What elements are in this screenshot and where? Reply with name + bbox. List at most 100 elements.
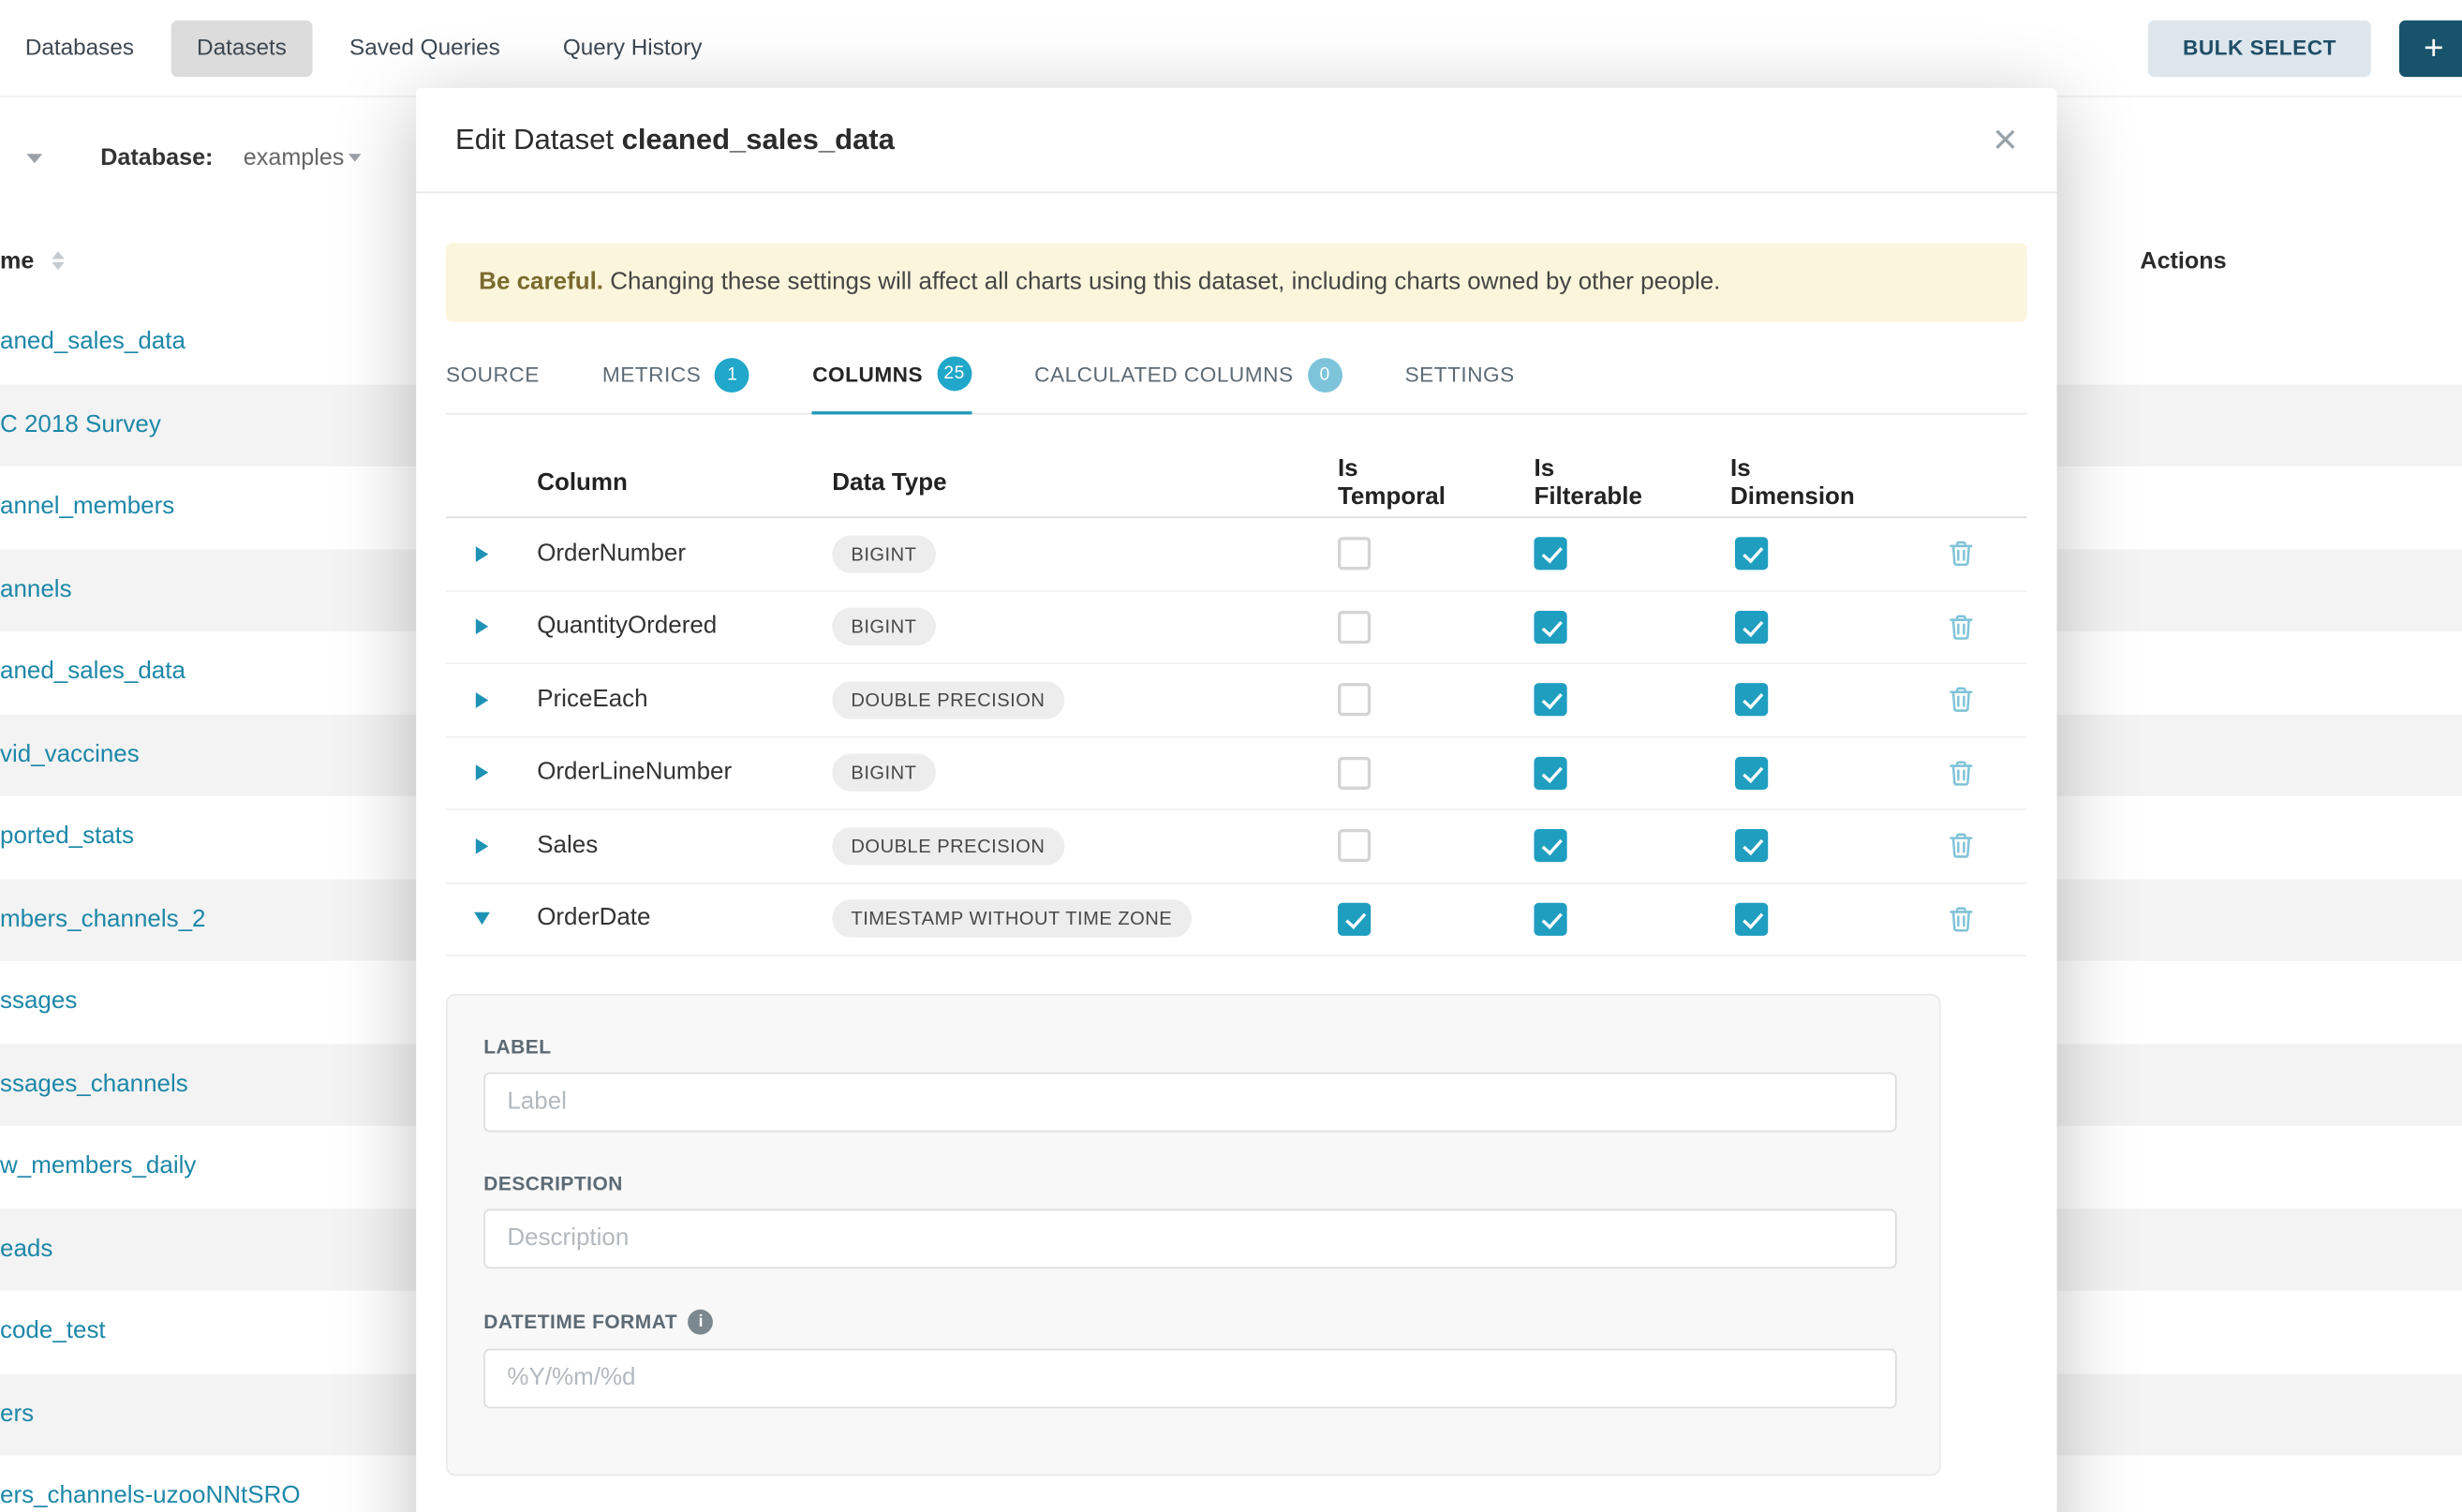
description-input[interactable] [483,1209,1896,1269]
name-column-header[interactable]: me [0,248,34,274]
dataset-link[interactable]: eads [0,1236,52,1264]
column-row: OrderNumberBIGINT [446,518,2027,591]
nav-tabs: DatabasesDatasetsSaved QueriesQuery Hist… [0,20,727,76]
nav-tab-saved-queries[interactable]: Saved Queries [324,20,525,76]
is-filterable-checkbox[interactable] [1534,829,1566,862]
column-name: PriceEach [518,686,832,714]
is-temporal-checkbox[interactable] [1338,683,1371,716]
edit-dataset-modal: Edit Dataset cleaned_sales_data × Be car… [416,88,2056,1512]
nav-tab-query-history[interactable]: Query History [538,20,727,76]
is-dimension-checkbox[interactable] [1734,829,1767,862]
close-icon[interactable]: × [1993,119,2017,161]
tab-settings[interactable]: SETTINGS [1405,356,1515,412]
is-filterable-checkbox[interactable] [1534,683,1566,716]
is-temporal-checkbox[interactable] [1338,611,1371,644]
delete-column-button[interactable] [1853,906,2027,932]
datetime-format-input[interactable] [483,1349,1896,1409]
tab-metrics[interactable]: METRICS1 [602,356,749,412]
data-type-badge: BIGINT [832,754,935,792]
tab-count-badge: 0 [1308,357,1342,392]
dataset-link[interactable]: ers [0,1401,34,1429]
modal-header: Edit Dataset cleaned_sales_data × [416,88,2056,193]
col-header-data-type: Data Type [832,468,1256,497]
delete-column-button[interactable] [1853,760,2027,786]
dataset-link[interactable]: aned_sales_data [0,659,185,687]
dataset-link[interactable]: C 2018 Survey [0,411,161,439]
modal-body: Be careful. Changing these settings will… [416,244,2056,1476]
is-filterable-checkbox[interactable] [1534,611,1566,644]
column-name: OrderNumber [518,540,832,568]
is-temporal-checkbox[interactable] [1338,756,1371,789]
dataset-link[interactable]: annel_members [0,494,174,522]
actions-column-header: Actions [2140,248,2226,274]
database-filter-value[interactable]: examples [244,144,345,170]
dataset-link[interactable]: ssages [0,988,77,1016]
dataset-link[interactable]: ers_channels-uzooNNtSRO [0,1483,301,1511]
is-filterable-checkbox[interactable] [1534,538,1566,571]
tab-source[interactable]: SOURCE [446,356,540,412]
tab-count-badge: 1 [715,357,749,392]
is-filterable-checkbox[interactable] [1534,902,1566,935]
description-field-label: DESCRIPTION [483,1173,1896,1194]
is-filterable-checkbox[interactable] [1534,756,1566,789]
is-dimension-checkbox[interactable] [1734,683,1767,716]
columns-table-body: OrderNumberBIGINTQuantityOrderedBIGINTPr… [446,518,2027,956]
is-temporal-checkbox[interactable] [1338,829,1371,862]
add-button[interactable]: + [2399,20,2462,76]
delete-column-button[interactable] [1853,833,2027,859]
delete-column-button[interactable] [1853,614,2027,640]
tab-columns[interactable]: COLUMNS25 [812,356,971,414]
column-row: SalesDOUBLE PRECISION [446,810,2027,883]
dataset-link[interactable]: aned_sales_data [0,329,185,357]
caret-right-icon[interactable] [446,692,518,708]
data-type-badge: BIGINT [832,608,935,645]
nav-tab-datasets[interactable]: Datasets [171,20,312,76]
label-input[interactable] [483,1073,1896,1133]
caret-right-icon[interactable] [446,838,518,854]
caret-right-icon[interactable] [446,619,518,635]
data-type-badge: DOUBLE PRECISION [832,681,1063,719]
column-row: OrderLineNumberBIGINT [446,737,2027,810]
trash-icon [1948,760,1973,786]
col-header-is-dimension: Is Dimension [1649,454,1853,511]
warning-banner: Be careful. Changing these settings will… [446,244,2027,322]
is-dimension-checkbox[interactable] [1734,538,1767,571]
description-field: DESCRIPTION [483,1173,1896,1268]
label-field: LABEL [483,1036,1896,1132]
dataset-link[interactable]: ported_stats [0,823,134,852]
trash-icon [1948,614,1973,640]
is-temporal-checkbox[interactable] [1338,902,1371,935]
chevron-down-icon[interactable] [26,154,42,163]
modal-tabs: SOURCE METRICS1 COLUMNS25 CALCULATED COLUMN… [446,347,2027,414]
column-row: QuantityOrderedBIGINT [446,591,2027,664]
chevron-down-icon[interactable] [349,154,361,161]
dataset-link[interactable]: w_members_daily [0,1153,196,1181]
col-header-is-filterable: Is Filterable [1452,454,1649,511]
modal-title: Edit Dataset cleaned_sales_data [455,123,895,157]
is-dimension-checkbox[interactable] [1734,756,1767,789]
column-name: QuantityOrdered [518,613,832,641]
is-dimension-checkbox[interactable] [1734,902,1767,935]
tab-calculated-columns[interactable]: CALCULATED COLUMNS0 [1034,356,1342,412]
column-row: OrderDateTIMESTAMP WITHOUT TIME ZONE [446,883,2027,956]
delete-column-button[interactable] [1853,687,2027,713]
caret-right-icon[interactable] [446,546,518,562]
delete-column-button[interactable] [1853,541,2027,567]
column-name: OrderLineNumber [518,759,832,787]
is-dimension-checkbox[interactable] [1734,611,1767,644]
dataset-link[interactable]: ssages_channels [0,1071,188,1099]
caret-right-icon[interactable] [446,765,518,781]
caret-down-icon[interactable] [446,912,518,925]
app: DatabasesDatasetsSaved QueriesQuery Hist… [0,0,2462,1512]
dataset-link[interactable]: mbers_channels_2 [0,906,206,934]
dataset-link[interactable]: annels [0,576,72,604]
col-header-column: Column [518,468,832,497]
nav-actions: BULK SELECT + [2148,20,2462,76]
is-temporal-checkbox[interactable] [1338,538,1371,571]
nav-tab-databases[interactable]: Databases [0,20,159,76]
column-detail-panel: LABEL DESCRIPTION DATETIME FORMATi [446,994,1941,1476]
dataset-link[interactable]: vid_vaccines [0,741,140,769]
bulk-select-button[interactable]: BULK SELECT [2148,20,2371,76]
sort-icon[interactable] [52,251,64,270]
dataset-link[interactable]: code_test [0,1318,106,1346]
